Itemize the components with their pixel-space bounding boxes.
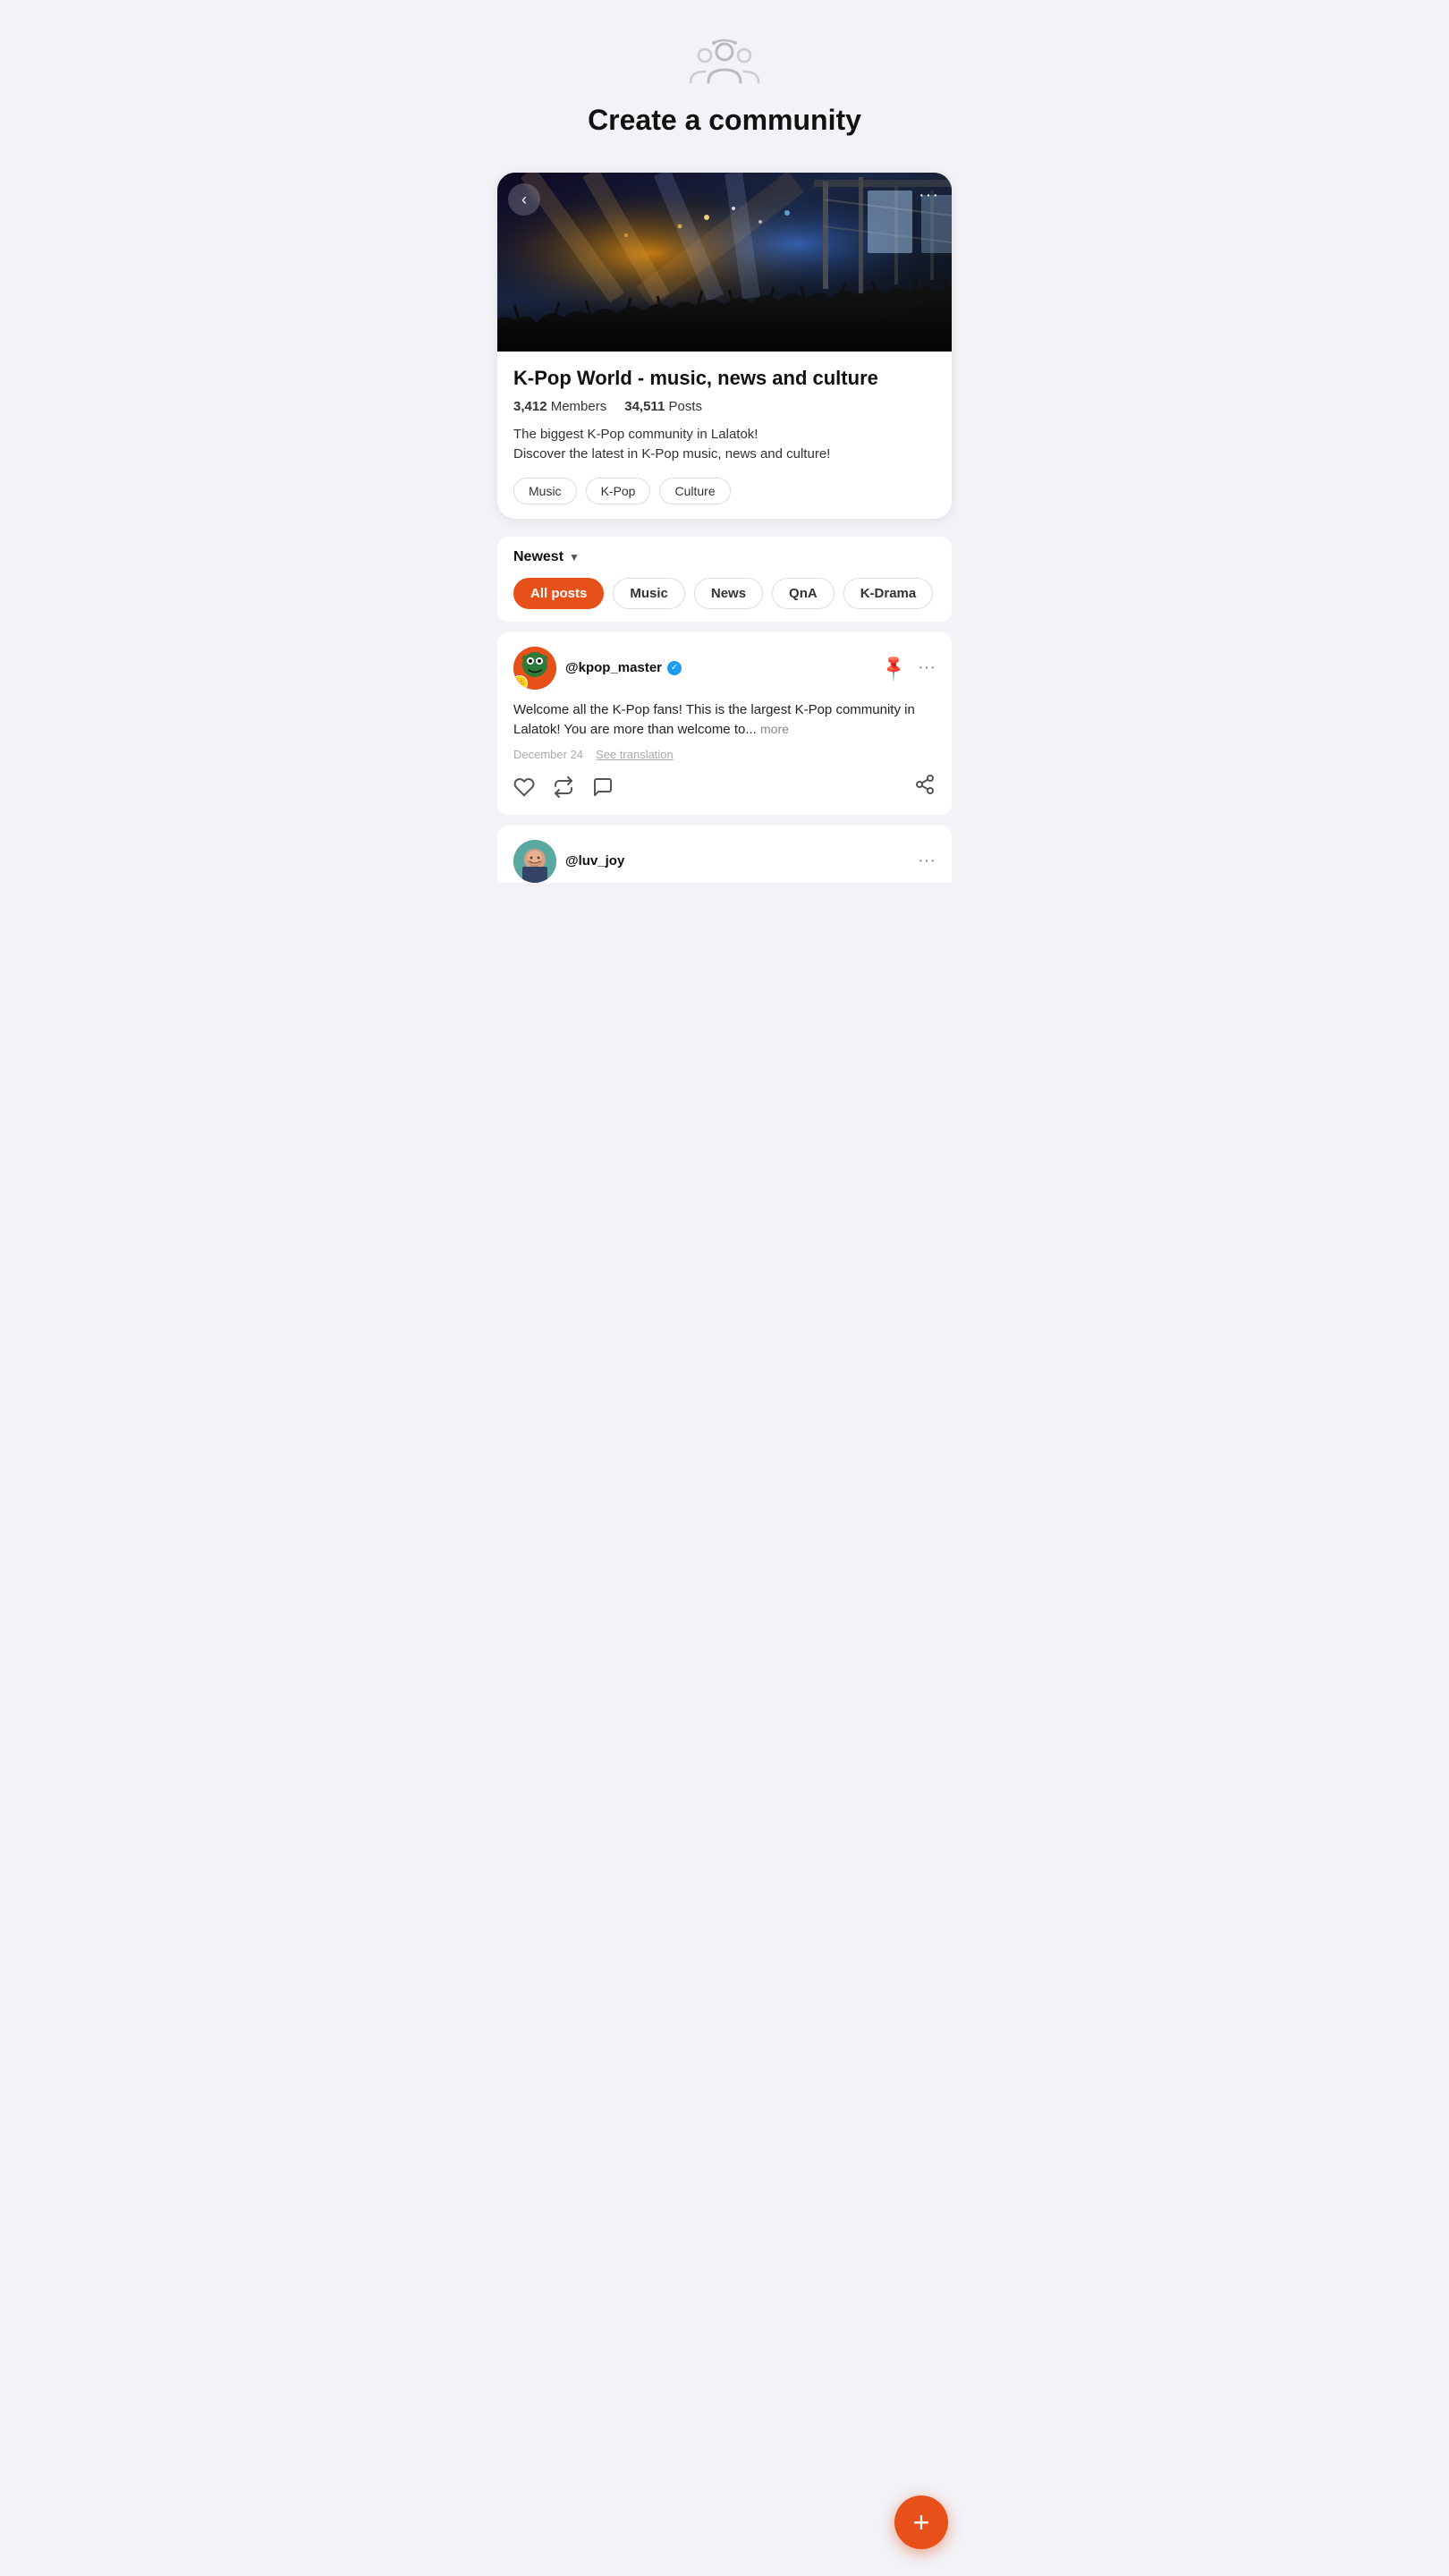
post-user-info-2: @luv_joy [565, 853, 918, 869]
tab-kdrama[interactable]: K-Drama [843, 578, 934, 609]
badge-icon: 👑 [513, 675, 528, 690]
tab-qna[interactable]: QnA [772, 578, 835, 609]
see-translation-1[interactable]: See translation [596, 748, 674, 761]
tab-news[interactable]: News [694, 578, 763, 609]
tags-row: Music K-Pop Culture [513, 478, 936, 504]
repost-button-1[interactable] [553, 776, 574, 798]
post-more-button-2[interactable]: ··· [918, 851, 936, 871]
stats-row: 3,412 Members 34,511 Posts [513, 399, 936, 414]
tag-culture[interactable]: Culture [659, 478, 730, 504]
image-more-button[interactable]: ··· [919, 185, 939, 206]
post-more-button-1[interactable]: ··· [918, 657, 936, 678]
tag-kpop[interactable]: K-Pop [586, 478, 651, 504]
community-card: ‹ ··· K-Pop World - music, news and cult… [497, 173, 952, 519]
comment-button-1[interactable] [592, 776, 614, 798]
username-2[interactable]: @luv_joy [565, 853, 624, 869]
community-description: The biggest K-Pop community in Lalatok! … [513, 425, 936, 465]
post-actions-right-1: 📌 ··· [883, 657, 936, 679]
tab-music[interactable]: Music [613, 578, 685, 609]
tag-music[interactable]: Music [513, 478, 577, 504]
verified-icon-1: ✓ [667, 661, 682, 675]
username-row-2: @luv_joy [565, 853, 918, 869]
username-row-1: @kpop_master ✓ [565, 660, 883, 675]
post-date-row-1: December 24 See translation [513, 748, 936, 761]
category-tabs: All posts Music News QnA K-Drama O [513, 578, 936, 609]
pin-icon-1: 📌 [878, 652, 910, 683]
sort-dropdown[interactable]: Newest ▼ [513, 549, 936, 565]
fab-plus-icon: + [913, 2508, 930, 2537]
posts-stat: 34,511 Posts [624, 399, 702, 414]
post-more-link-1[interactable]: more [760, 722, 789, 736]
post-user-info-1: @kpop_master ✓ [565, 660, 883, 675]
like-button-1[interactable] [513, 776, 535, 798]
tab-all-posts[interactable]: All posts [513, 578, 604, 609]
post-header-1: 👑 @kpop_master ✓ 📌 ··· [513, 647, 936, 690]
post-footer-1 [513, 774, 936, 801]
action-icons-1 [513, 776, 614, 798]
post-actions-right-2: ··· [918, 851, 936, 871]
stage-svg [497, 173, 952, 352]
fab-button[interactable]: + [894, 2496, 948, 2549]
post-text-1: Welcome all the K-Pop fans! This is the … [513, 700, 936, 741]
username-1[interactable]: @kpop_master [565, 660, 662, 675]
concert-banner: ‹ ··· [497, 173, 952, 352]
post-date-1: December 24 [513, 748, 583, 761]
sort-label: Newest [513, 549, 564, 565]
dropdown-arrow-icon: ▼ [569, 551, 580, 564]
header-section: Create a community [483, 0, 966, 173]
page-wrapper: Create a community [483, 0, 966, 965]
share-button-1[interactable] [914, 774, 936, 801]
community-name: K-Pop World - music, news and culture [513, 366, 936, 392]
avatar-kpop-master: 👑 [513, 647, 556, 690]
avatar-luv-joy [513, 840, 556, 883]
card-content: K-Pop World - music, news and culture 3,… [497, 352, 952, 519]
page-title: Create a community [588, 104, 861, 137]
post-header-2: @luv_joy ··· [513, 840, 936, 883]
back-button[interactable]: ‹ [508, 183, 540, 216]
post-card-2: @luv_joy ··· [497, 826, 952, 883]
community-icon [689, 36, 760, 89]
members-stat: 3,412 Members [513, 399, 606, 414]
post-card-1: 👑 @kpop_master ✓ 📌 ··· Welcome all the K… [497, 632, 952, 815]
filter-section: Newest ▼ All posts Music News QnA K-Dram… [497, 537, 952, 622]
